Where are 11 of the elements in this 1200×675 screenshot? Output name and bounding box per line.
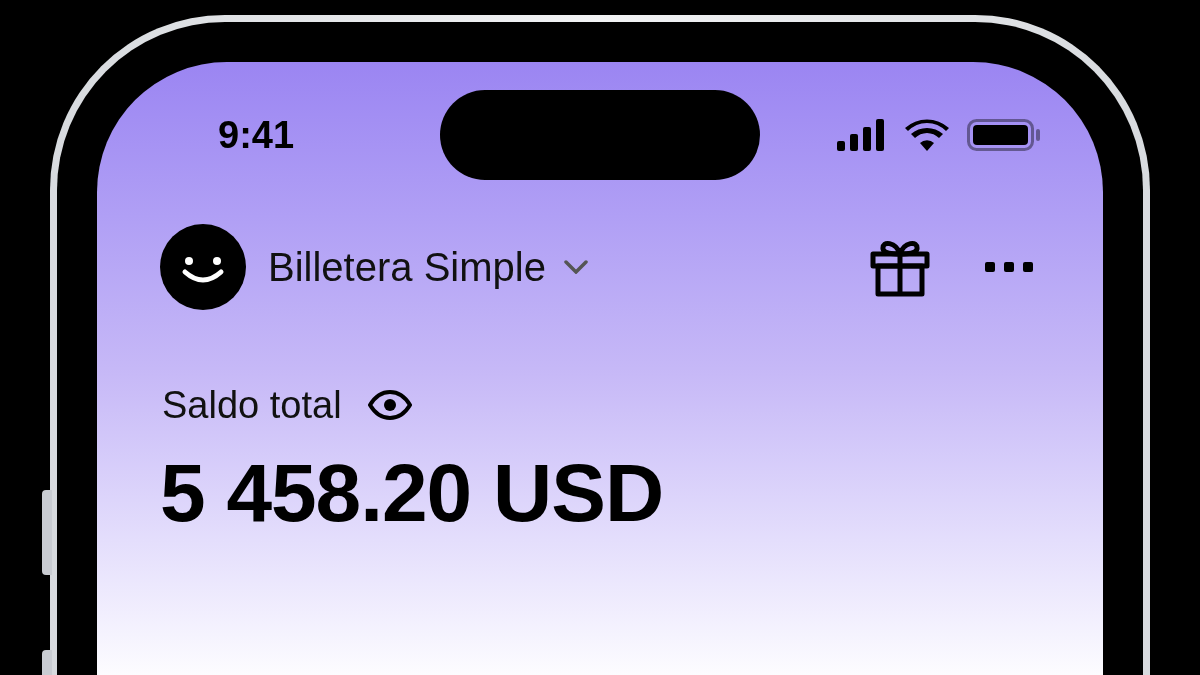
wallet-selector[interactable]: Billetera Simple [268, 247, 588, 287]
balance-amount: 5 458.20 USD [160, 447, 664, 538]
more-options-icon[interactable] [985, 262, 1033, 272]
balance-label: Saldo total [162, 386, 342, 424]
signal-icon [837, 119, 887, 151]
status-time: 9:41 [218, 116, 295, 154]
wifi-icon [905, 119, 949, 151]
smiley-avatar-icon[interactable] [160, 224, 246, 310]
eye-icon[interactable] [367, 390, 412, 420]
battery-icon [967, 119, 1041, 151]
chevron-down-icon [563, 260, 588, 274]
